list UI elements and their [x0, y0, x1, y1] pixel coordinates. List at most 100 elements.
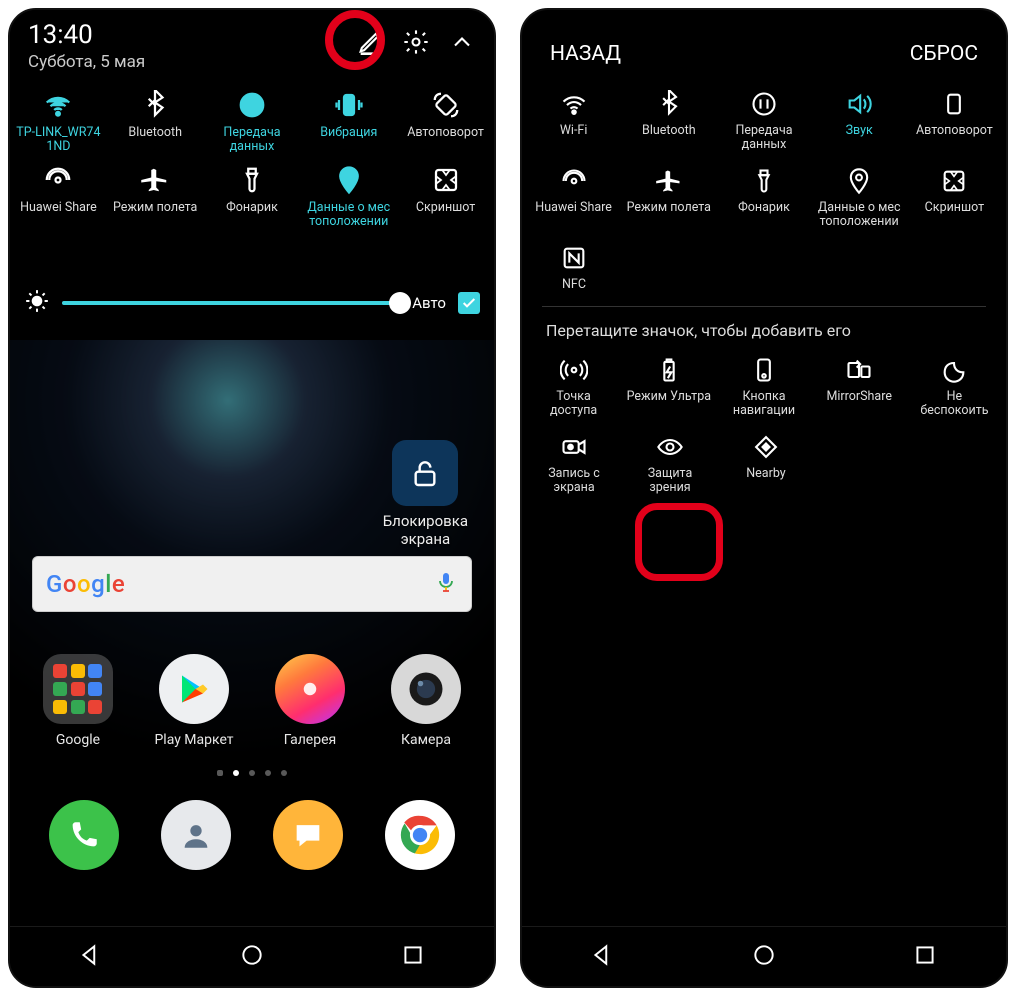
edit-header: НАЗАД СБРОС — [522, 10, 1006, 84]
nav-recent[interactable] — [400, 942, 426, 972]
lock-screen-widget[interactable]: Блокировка экрана — [383, 440, 468, 548]
rotate2-icon — [907, 84, 1002, 124]
dnd-icon — [907, 350, 1002, 390]
mirror-icon — [812, 350, 907, 390]
qs-tile-location[interactable]: Данные о мес тоположении — [812, 161, 907, 230]
qs-tile-plane[interactable]: Режим полета — [621, 161, 716, 230]
qs-tile-wifi[interactable]: TP-LINK_WR74 1ND — [12, 86, 104, 155]
qs-tile-label: Данные о мес тоположении — [812, 201, 907, 230]
qs-tile-label: Скриншот — [907, 201, 1002, 215]
qs-tile-hotspot[interactable]: Точка доступа — [526, 350, 621, 419]
qs-tile-location[interactable]: Данные о мес тоположении — [303, 161, 395, 230]
dock-phone[interactable] — [49, 800, 119, 870]
qs-tile-hshare[interactable]: Huawei Share — [526, 161, 621, 230]
qs-tile-label: Защита зрения — [622, 467, 718, 496]
auto-checkbox[interactable] — [458, 292, 480, 314]
qs-tile-label: Bluetooth — [109, 126, 201, 140]
qs-tile-rotate2[interactable]: Автоповорот — [907, 84, 1002, 153]
back-button[interactable]: НАЗАД — [550, 42, 621, 66]
nav-home[interactable] — [239, 942, 265, 972]
collapse-icon[interactable] — [448, 28, 476, 60]
qs-tile-vibrate[interactable]: Вибрация — [303, 86, 395, 155]
qs-tile-label: Точка доступа — [526, 390, 621, 419]
sound-icon — [812, 84, 907, 124]
eye-icon — [622, 427, 718, 467]
qs-tile-label: Запись с экрана — [526, 467, 622, 496]
qs-tile-hshare[interactable]: Huawei Share — [12, 161, 104, 230]
phone-left: 13:40 Суббота, 5 мая TP-LINK_WR74 1NDBlu… — [8, 8, 496, 988]
qs-tile-label: Режим полета — [621, 201, 716, 215]
nav-back[interactable] — [590, 942, 616, 972]
clock: 13:40 — [28, 22, 145, 48]
qs-tile-bluetooth[interactable]: Bluetooth — [109, 86, 201, 155]
dock-messages[interactable] — [273, 800, 343, 870]
qs-tile-plane[interactable]: Режим полета — [109, 161, 201, 230]
screenshot-icon — [400, 161, 492, 199]
nav-home[interactable] — [751, 942, 777, 972]
app-gallery[interactable]: Галерея — [260, 654, 360, 748]
google-search-bar[interactable]: Google — [32, 556, 472, 612]
data-icon — [716, 84, 811, 124]
qs-tile-label: Передача данных — [716, 124, 811, 153]
qs-tile-nfc[interactable]: NFC — [526, 238, 622, 292]
wifi-icon — [12, 86, 104, 124]
app-google-folder[interactable]: Google — [28, 654, 128, 748]
lock-icon — [392, 440, 458, 506]
qs-tile-torch[interactable]: Фонарик — [206, 161, 298, 230]
qs-tile-label: Режим Ультра — [621, 390, 716, 404]
nav-recent[interactable] — [912, 942, 938, 972]
nav-back[interactable] — [78, 942, 104, 972]
vibrate-icon — [303, 86, 395, 124]
qs-tile-screenshot[interactable]: Скриншот — [907, 161, 1002, 230]
qs-tile-label: Wi-Fi — [526, 124, 621, 138]
qs-tile-label: Фонарик — [716, 201, 811, 215]
dock-contacts[interactable] — [161, 800, 231, 870]
qs-tile-dnd[interactable]: Не беспокоить — [907, 350, 1002, 419]
qs-tile-nearby[interactable]: Nearby — [718, 427, 814, 496]
settings-icon[interactable] — [402, 28, 430, 60]
reset-button[interactable]: СБРОС — [910, 42, 978, 66]
plane-icon — [621, 161, 716, 201]
location-icon — [812, 161, 907, 201]
qs-tile-label: Bluetooth — [621, 124, 716, 138]
qs-tile-sound[interactable]: Звук — [812, 84, 907, 153]
hshare-icon — [12, 161, 104, 199]
screenshot-icon — [907, 161, 1002, 201]
home-apps-row: Google Play Маркет Галерея Камера — [10, 654, 494, 748]
qs-tile-label: MirrorShare — [812, 390, 907, 404]
qs-tile-record[interactable]: Запись с экрана — [526, 427, 622, 496]
hotspot-icon — [526, 350, 621, 390]
battery-icon — [621, 350, 716, 390]
qs-tile-label: Автоповорот — [400, 126, 492, 140]
qs-tile-data[interactable]: Передача данных — [206, 86, 298, 155]
qs-tile-torch[interactable]: Фонарик — [716, 161, 811, 230]
qs-tile-label: Звук — [812, 124, 907, 138]
highlight-circle-edit — [325, 10, 385, 70]
bluetooth-icon — [109, 86, 201, 124]
qs-tile-eye[interactable]: Защита зрения — [622, 427, 718, 496]
brightness-slider[interactable] — [62, 301, 400, 305]
qs-tile-label: Вибрация — [303, 126, 395, 140]
dock-chrome[interactable] — [385, 800, 455, 870]
qs-tile-wifi[interactable]: Wi-Fi — [526, 84, 621, 153]
qs-tile-label: TP-LINK_WR74 1ND — [12, 126, 104, 155]
qs-tile-screenshot[interactable]: Скриншот — [400, 161, 492, 230]
brightness-thumb[interactable] — [389, 292, 411, 314]
navbtn-icon — [716, 350, 811, 390]
qs-tile-rotate[interactable]: Автоповорот — [400, 86, 492, 155]
qs-tile-data[interactable]: Передача данных — [716, 84, 811, 153]
wifi-icon — [526, 84, 621, 124]
phone-right: НАЗАД СБРОС Wi-FiBluetoothПередача данны… — [520, 8, 1008, 988]
qs-tile-battery[interactable]: Режим Ультра — [621, 350, 716, 419]
app-play-market[interactable]: Play Маркет — [144, 654, 244, 748]
nav-bar — [522, 926, 1006, 986]
qs-tile-navbtn[interactable]: Кнопка навигации — [716, 350, 811, 419]
auto-label: Авто — [412, 294, 446, 312]
qs-tile-mirror[interactable]: MirrorShare — [812, 350, 907, 419]
available-tiles-grid: Точка доступаРежим УльтраКнопка навигаци… — [522, 350, 1006, 496]
brightness-row: Авто — [10, 288, 494, 334]
google-logo: Google — [46, 570, 422, 598]
app-camera[interactable]: Камера — [376, 654, 476, 748]
qs-tile-bluetooth[interactable]: Bluetooth — [621, 84, 716, 153]
mic-icon[interactable] — [434, 570, 458, 598]
